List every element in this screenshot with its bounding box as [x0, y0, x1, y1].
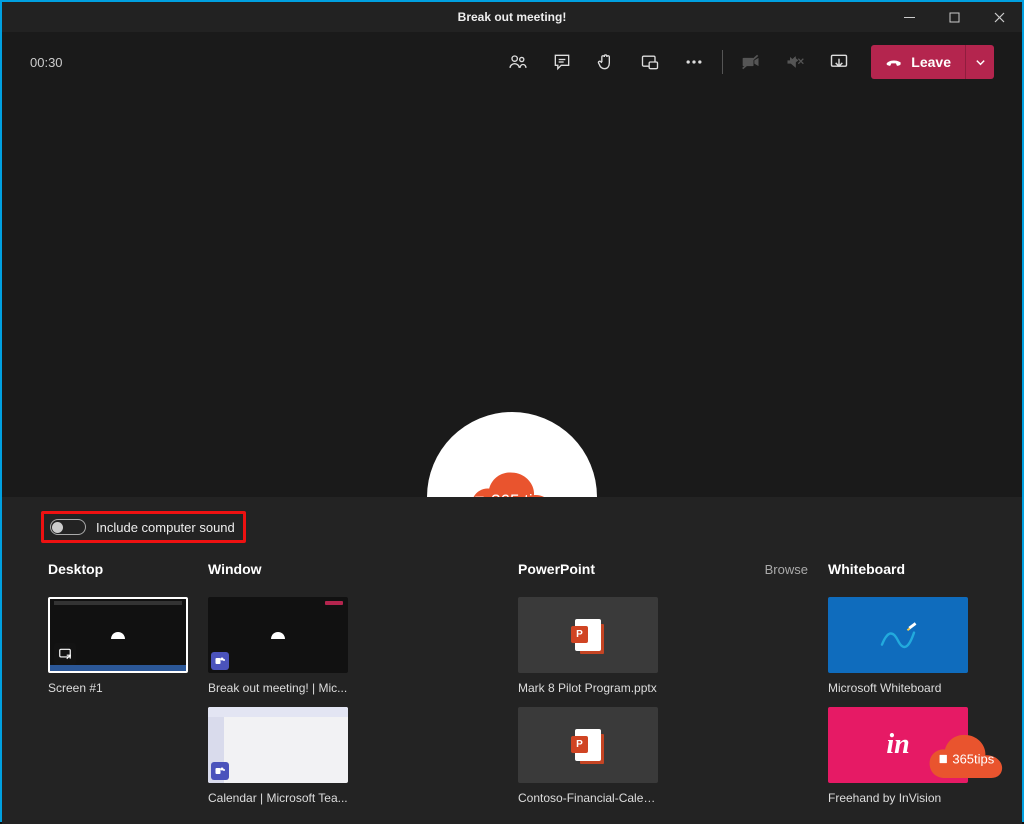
chat-icon[interactable]: [540, 42, 584, 82]
whiteboard-icon: [878, 620, 918, 650]
share-desktop-item[interactable]: Screen #1: [48, 597, 188, 695]
raise-hand-icon[interactable]: [584, 42, 628, 82]
leave-label: Leave: [911, 54, 951, 70]
people-icon[interactable]: [496, 42, 540, 82]
section-wb-title: Whiteboard: [828, 561, 905, 577]
window-maximize-button[interactable]: [932, 2, 977, 32]
leave-chevron-icon[interactable]: [966, 45, 994, 79]
titlebar: Break out meeting!: [2, 2, 1022, 32]
window-close-button[interactable]: [977, 2, 1022, 32]
section-desktop-title: Desktop: [48, 561, 103, 577]
include-sound-label: Include computer sound: [96, 520, 235, 535]
thumb-caption: Microsoft Whiteboard: [828, 681, 968, 695]
share-whiteboard-item[interactable]: Microsoft Whiteboard: [828, 597, 968, 695]
share-tray: Include computer sound Desktop: [2, 497, 1022, 824]
more-actions-icon[interactable]: [672, 42, 716, 82]
breakout-rooms-icon[interactable]: [628, 42, 672, 82]
avatar-logo-text: 365 tips: [465, 491, 560, 497]
watermark-logo: 365tips: [924, 730, 1008, 784]
leave-button[interactable]: Leave: [871, 45, 994, 79]
section-ppt-title: PowerPoint: [518, 561, 595, 577]
meeting-timer: 00:30: [30, 55, 63, 70]
meeting-stage: 365 tips: [2, 92, 1022, 497]
share-tray-icon[interactable]: [817, 42, 861, 82]
share-window-item[interactable]: Calendar | Microsoft Tea...: [208, 707, 348, 805]
participant-avatar: 365 tips: [427, 412, 597, 497]
thumb-caption: Mark 8 Pilot Program.pptx: [518, 681, 658, 695]
share-window-item[interactable]: Break out meeting! | Mic...: [208, 597, 348, 695]
include-sound-toggle[interactable]: Include computer sound: [41, 511, 246, 543]
thumb-caption: Freehand by InVision: [828, 791, 968, 805]
toggle-switch-icon: [50, 519, 86, 535]
ppt-browse-link[interactable]: Browse: [765, 562, 808, 577]
section-window-title: Window: [208, 561, 262, 577]
share-ppt-item[interactable]: P Contoso-Financial-Calen...: [518, 707, 658, 805]
mic-off-icon[interactable]: [773, 42, 817, 82]
toolbar-divider: [722, 50, 723, 74]
thumb-caption: Break out meeting! | Mic...: [208, 681, 348, 695]
powerpoint-file-icon: P: [571, 618, 605, 652]
thumb-caption: Calendar | Microsoft Tea...: [208, 791, 348, 805]
share-ppt-item[interactable]: P Mark 8 Pilot Program.pptx: [518, 597, 658, 695]
teams-app-icon: [211, 762, 229, 780]
powerpoint-file-icon: P: [571, 728, 605, 762]
teams-app-icon: [211, 652, 229, 670]
hangup-icon: [885, 53, 903, 71]
meeting-toolbar: 00:30: [2, 32, 1022, 92]
camera-off-icon[interactable]: [729, 42, 773, 82]
window-minimize-button[interactable]: [887, 2, 932, 32]
thumb-caption: Screen #1: [48, 681, 188, 695]
window-title: Break out meeting!: [458, 10, 567, 24]
cast-screen-icon: [54, 643, 76, 665]
thumb-caption: Contoso-Financial-Calen...: [518, 791, 658, 805]
